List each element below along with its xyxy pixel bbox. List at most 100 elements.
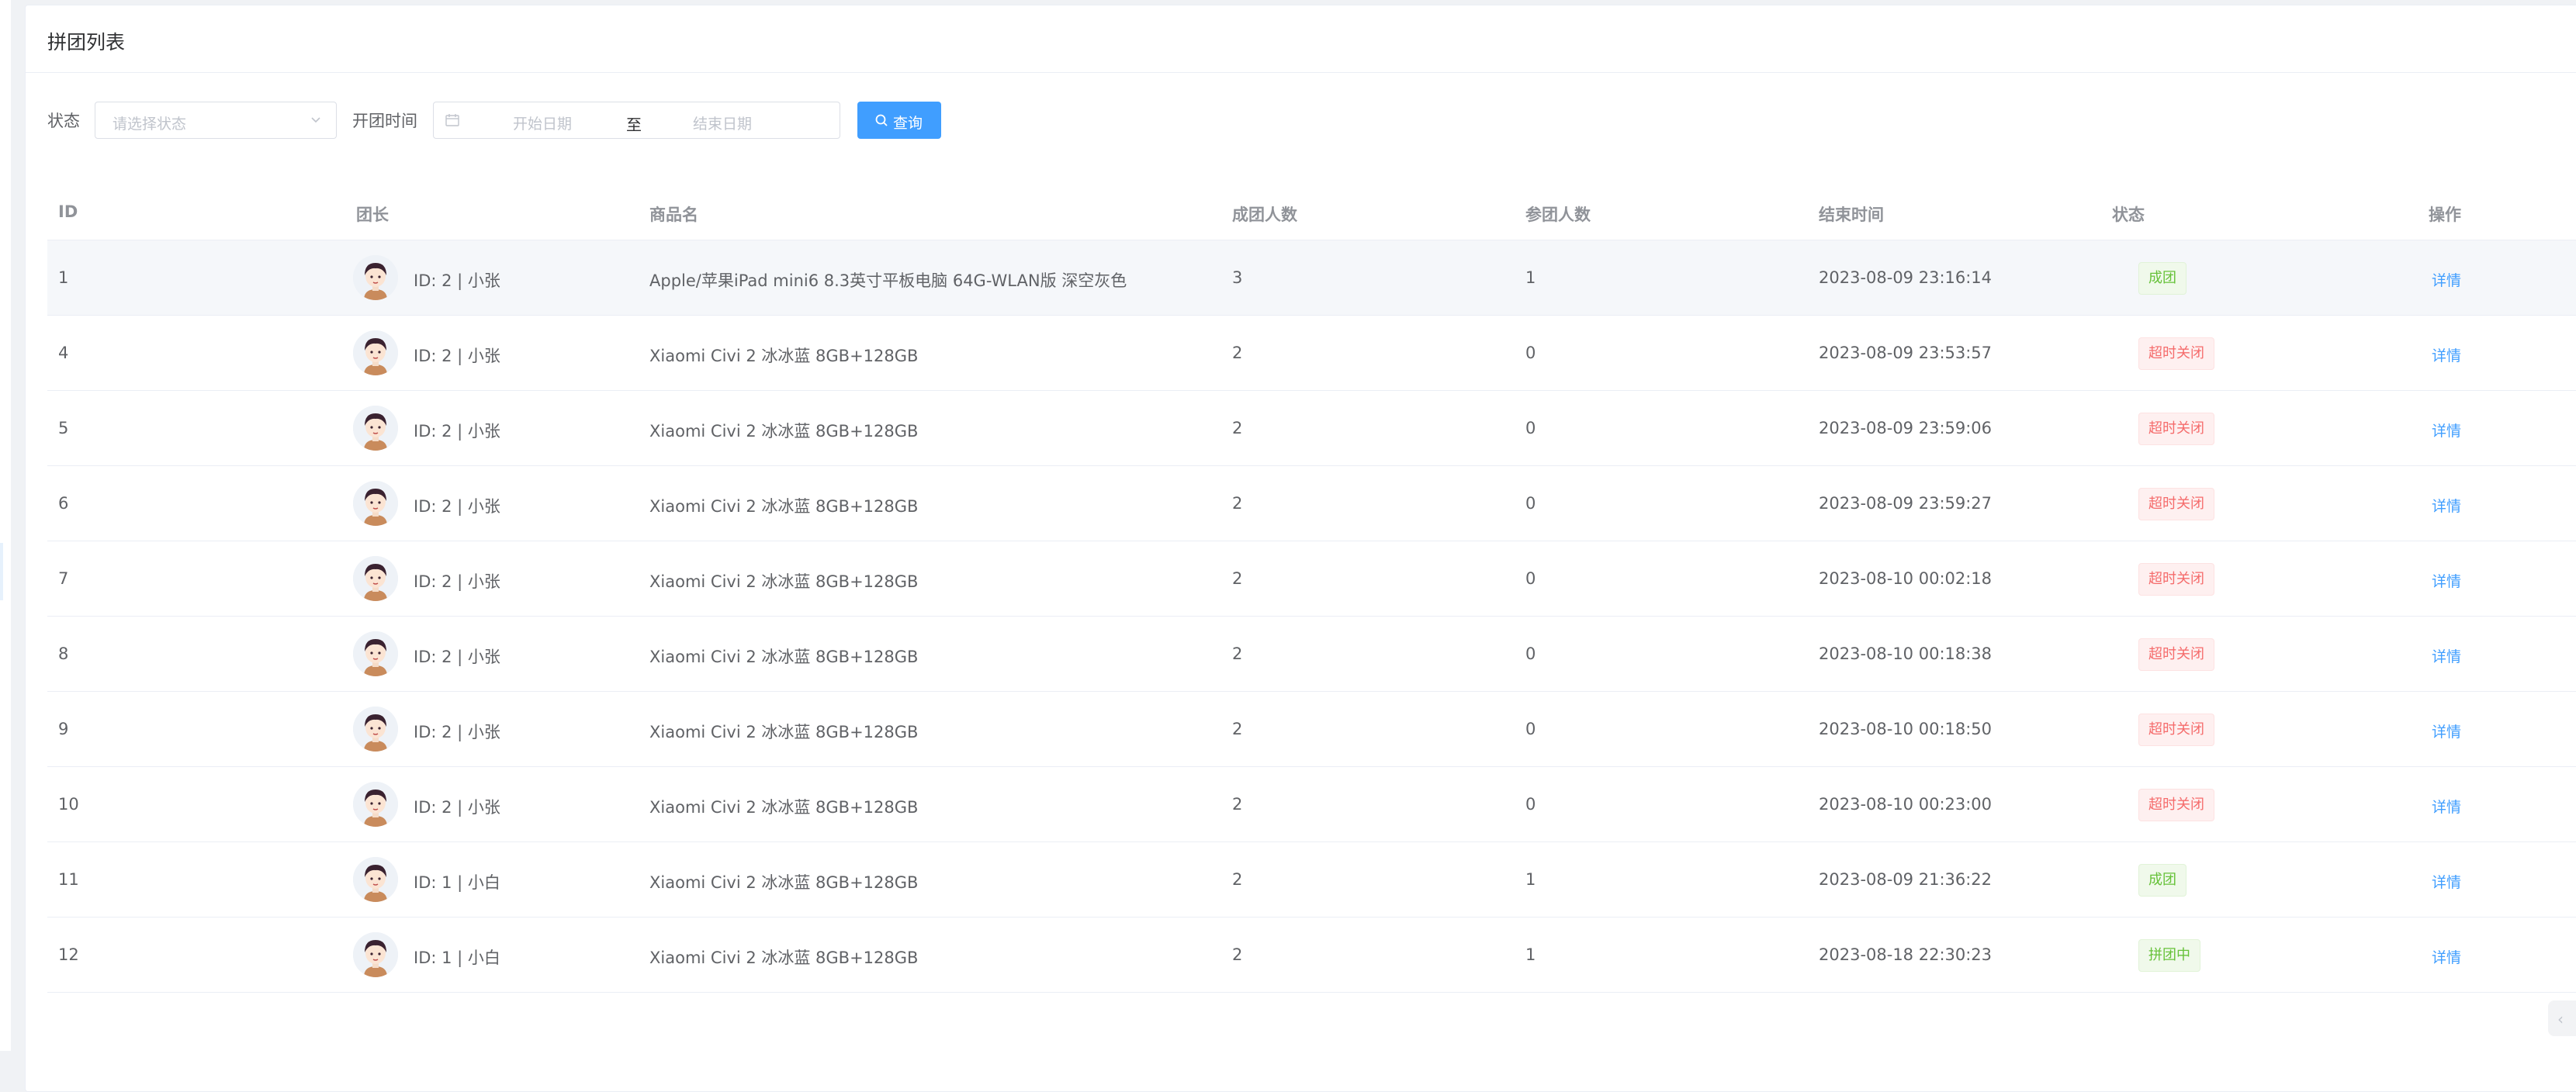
date-range-picker[interactable]: 开始日期 至 结束日期 — [433, 102, 840, 139]
cell-id: 8 — [58, 644, 69, 663]
cell-group-size: 2 — [1232, 945, 1243, 964]
cell-joined: 0 — [1525, 644, 1536, 663]
column-header-leader: 团长 — [356, 206, 389, 224]
avatar-icon — [353, 330, 398, 375]
cell-product: Xiaomi Civi 2 冰冰蓝 8GB+128GB — [649, 723, 919, 741]
group-buy-table: ID 团长 商品名 成团人数 参团人数 结束时间 状态 操作 1 ID: 2 | … — [47, 168, 2576, 993]
cell-leader: ID: 2 | 小张 — [414, 572, 500, 591]
cell-joined: 0 — [1525, 344, 1536, 362]
status-badge: 超时关闭 — [2138, 563, 2214, 596]
cell-group-size: 3 — [1232, 268, 1243, 287]
search-icon — [874, 113, 888, 131]
status-badge: 拼团中 — [2138, 939, 2200, 972]
table-row: 8 ID: 2 | 小张 Xiaomi Civi 2 冰冰蓝 8GB+128GB 2 0… — [47, 617, 2576, 692]
detail-link[interactable]: 详情 — [2432, 570, 2461, 591]
detail-link[interactable]: 详情 — [2432, 796, 2461, 817]
status-badge: 超时关闭 — [2138, 337, 2214, 370]
cell-leader: ID: 2 | 小张 — [414, 347, 500, 365]
status-badge: 超时关闭 — [2138, 714, 2214, 746]
start-date-input[interactable]: 开始日期 — [513, 112, 572, 133]
cell-id: 10 — [58, 795, 79, 814]
cell-end-time: 2023-08-09 23:16:14 — [1819, 268, 1993, 287]
cell-end-time: 2023-08-09 23:59:06 — [1819, 419, 1993, 437]
detail-link[interactable]: 详情 — [2432, 269, 2461, 290]
avatar-icon — [353, 782, 398, 827]
detail-link[interactable]: 详情 — [2432, 645, 2461, 666]
table-row: 5 ID: 2 | 小张 Xiaomi Civi 2 冰冰蓝 8GB+128GB 2 0… — [47, 391, 2576, 466]
status-filter-label: 状态 — [47, 112, 80, 130]
cell-id: 9 — [58, 720, 69, 738]
cell-product: Xiaomi Civi 2 冰冰蓝 8GB+128GB — [649, 873, 919, 892]
cell-joined: 0 — [1525, 795, 1536, 814]
cell-leader: ID: 2 | 小张 — [414, 497, 500, 516]
cell-joined: 1 — [1525, 268, 1536, 287]
cell-leader: ID: 2 | 小张 — [414, 422, 500, 441]
detail-link[interactable]: 详情 — [2432, 946, 2461, 967]
cell-id: 6 — [58, 494, 69, 513]
cell-id: 12 — [58, 945, 79, 964]
cell-leader: ID: 2 | 小张 — [414, 648, 500, 666]
end-date-input[interactable]: 结束日期 — [693, 112, 752, 133]
cell-end-time: 2023-08-09 23:59:27 — [1819, 494, 1993, 513]
detail-link[interactable]: 详情 — [2432, 344, 2461, 365]
cell-leader: ID: 1 | 小白 — [414, 873, 500, 892]
cell-leader: ID: 2 | 小张 — [414, 723, 500, 741]
column-header-joined: 参团人数 — [1525, 206, 1591, 224]
chevron-left-icon: ‹ — [2557, 1010, 2564, 1028]
table-body: 1 ID: 2 | 小张 Apple/苹果iPad mini6 8.3英寸平板电脑 … — [47, 240, 2576, 993]
cell-id: 1 — [58, 268, 69, 287]
range-separator: 至 — [626, 116, 642, 134]
cell-group-size: 2 — [1232, 870, 1243, 889]
query-button[interactable]: 查询 — [857, 102, 941, 139]
cell-end-time: 2023-08-10 00:23:00 — [1819, 795, 1993, 814]
open-time-label: 开团时间 — [352, 112, 417, 130]
cell-leader: ID: 2 | 小张 — [414, 798, 500, 817]
cell-product: Xiaomi Civi 2 冰冰蓝 8GB+128GB — [649, 347, 919, 365]
cell-product: Xiaomi Civi 2 冰冰蓝 8GB+128GB — [649, 497, 919, 516]
cell-product: Xiaomi Civi 2 冰冰蓝 8GB+128GB — [649, 949, 919, 967]
detail-link[interactable]: 详情 — [2432, 495, 2461, 516]
cell-product: Xiaomi Civi 2 冰冰蓝 8GB+128GB — [649, 648, 919, 666]
avatar-icon — [353, 556, 398, 601]
detail-link[interactable]: 详情 — [2432, 420, 2461, 441]
column-header-group-size: 成团人数 — [1232, 206, 1297, 224]
avatar-icon — [353, 857, 398, 902]
cell-end-time: 2023-08-09 23:53:57 — [1819, 344, 1993, 362]
table-row: 12 ID: 1 | 小白 Xiaomi Civi 2 冰冰蓝 8GB+128GB 2… — [47, 917, 2576, 993]
column-header-end-time: 结束时间 — [1819, 206, 1884, 224]
detail-link[interactable]: 详情 — [2432, 871, 2461, 892]
status-select-placeholder: 请选择状态 — [113, 116, 187, 133]
cell-id: 5 — [58, 419, 69, 437]
avatar-icon — [353, 406, 398, 451]
column-header-action: 操作 — [2429, 206, 2461, 224]
status-badge: 成团 — [2138, 864, 2186, 897]
status-select[interactable]: 请选择状态 — [95, 102, 337, 139]
table-row: 1 ID: 2 | 小张 Apple/苹果iPad mini6 8.3英寸平板电脑 … — [47, 240, 2576, 316]
chevron-down-icon — [308, 112, 324, 130]
cell-group-size: 2 — [1232, 720, 1243, 738]
cell-leader: ID: 1 | 小白 — [414, 949, 500, 967]
cell-joined: 1 — [1525, 870, 1536, 889]
cell-product: Xiaomi Civi 2 冰冰蓝 8GB+128GB — [649, 422, 919, 441]
status-badge: 超时关闭 — [2138, 488, 2214, 520]
status-badge: 超时关闭 — [2138, 789, 2214, 821]
table-row: 4 ID: 2 | 小张 Xiaomi Civi 2 冰冰蓝 8GB+128GB 2 0… — [47, 316, 2576, 391]
cell-id: 7 — [58, 569, 69, 588]
table-row: 10 ID: 2 | 小张 Xiaomi Civi 2 冰冰蓝 8GB+128GB 2… — [47, 767, 2576, 842]
avatar-icon — [353, 481, 398, 526]
avatar-icon — [353, 631, 398, 676]
cell-end-time: 2023-08-10 00:18:50 — [1819, 720, 1993, 738]
cell-product: Xiaomi Civi 2 冰冰蓝 8GB+128GB — [649, 798, 919, 817]
cell-product: Xiaomi Civi 2 冰冰蓝 8GB+128GB — [649, 572, 919, 591]
scroll-toggle-button[interactable]: ‹ — [2548, 1000, 2576, 1036]
cell-leader: ID: 2 | 小张 — [414, 271, 500, 290]
query-button-label: 查询 — [893, 115, 923, 132]
avatar-icon — [353, 932, 398, 977]
column-header-id: ID — [58, 202, 78, 221]
cell-end-time: 2023-08-10 00:18:38 — [1819, 644, 1993, 663]
cell-end-time: 2023-08-18 22:30:23 — [1819, 945, 1993, 964]
sidebar-active-indicator — [0, 543, 3, 600]
detail-link[interactable]: 详情 — [2432, 721, 2461, 741]
card-header: 拼团列表 — [26, 5, 2576, 73]
cell-end-time: 2023-08-09 21:36:22 — [1819, 870, 1993, 889]
